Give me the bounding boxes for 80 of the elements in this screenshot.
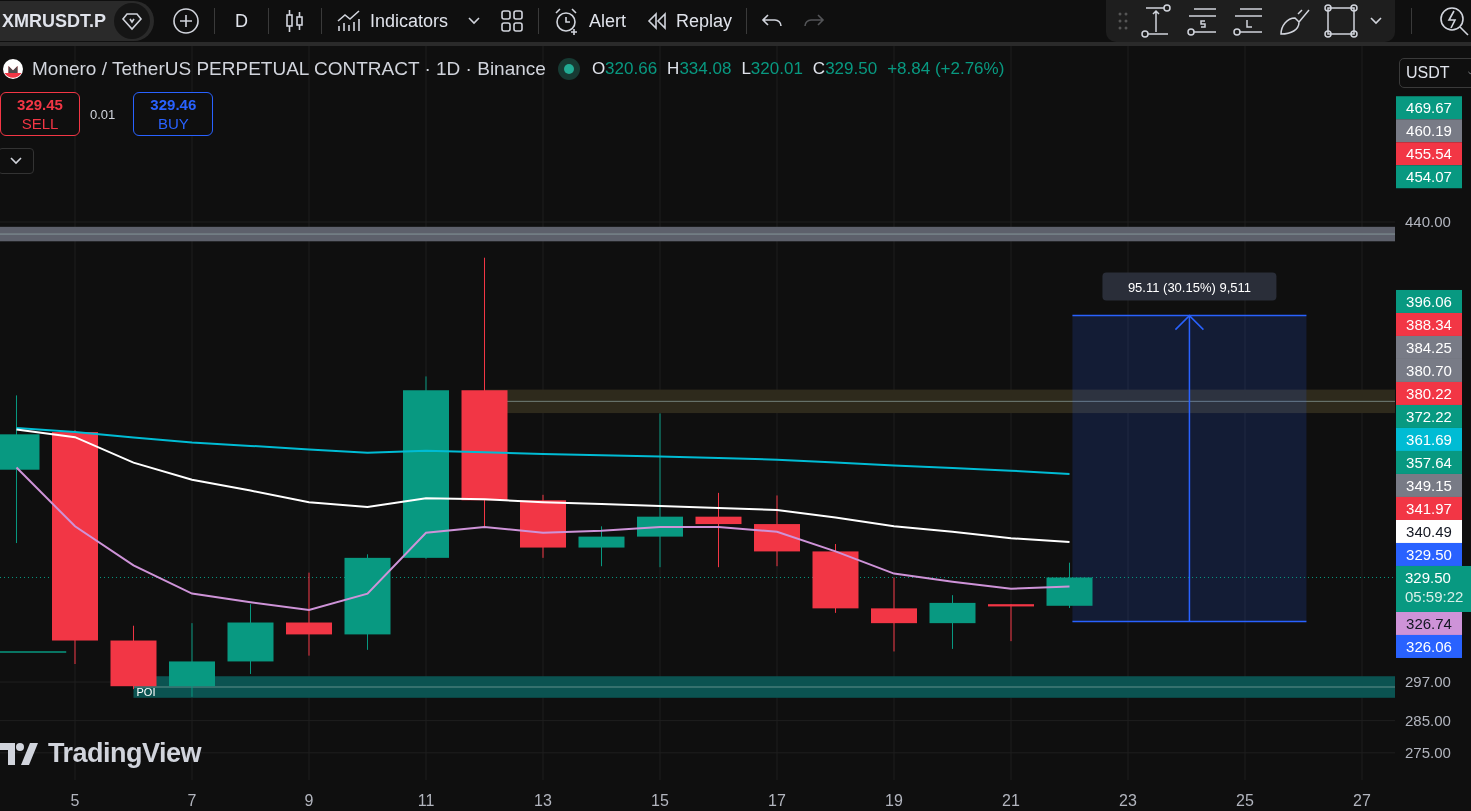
price-tag: 341.97	[1396, 497, 1462, 520]
time-axis-label: 19	[885, 792, 903, 809]
candle	[929, 594, 976, 650]
coin-icon	[2, 58, 24, 80]
time-axis-label: 9	[304, 792, 314, 809]
market-status-icon	[557, 58, 580, 80]
ohlc-value: H334.08	[667, 59, 732, 79]
alert-button[interactable]: Alert	[543, 3, 637, 39]
chart-icon	[336, 9, 362, 33]
price-tag: 460.19	[1396, 119, 1462, 143]
indicators-button[interactable]: Indicators	[326, 3, 459, 39]
price-range-icon[interactable]	[1140, 4, 1174, 38]
buy-button[interactable]: 329.46 BUY	[133, 92, 214, 136]
sell-button[interactable]: 329.45 SELL	[0, 92, 80, 136]
candle	[812, 543, 859, 614]
caret-icon	[10, 157, 22, 165]
price-tag: 372.22	[1396, 405, 1462, 428]
diamond-icon	[121, 10, 143, 32]
price-tag: 384.25	[1396, 336, 1462, 359]
candle	[227, 603, 274, 675]
price-tag: 388.34	[1396, 313, 1462, 336]
price-axis-label: 297.00	[1405, 673, 1451, 691]
time-axis-label: 13	[534, 792, 552, 809]
zone-label: POI	[136, 685, 156, 698]
replay-button[interactable]: Replay	[636, 3, 743, 39]
candle	[110, 625, 157, 690]
price-tag: 329.50	[1396, 543, 1462, 566]
undo-icon	[761, 13, 784, 29]
candle	[988, 603, 1034, 642]
price-tag: 380.70	[1396, 359, 1462, 382]
time-axis-label: 15	[651, 792, 669, 809]
rewind-icon	[646, 12, 669, 30]
diamond-button[interactable]	[114, 3, 150, 39]
currency-dropdown[interactable]: USDT	[1399, 58, 1471, 88]
spread-value: 0.01	[90, 106, 116, 122]
price-tag: 357.64	[1396, 451, 1462, 474]
current-price-tag: 329.50 05:59:22	[1396, 566, 1471, 612]
price-tag: 454.07	[1396, 165, 1462, 189]
symbol-title: Monero / TetherUS PERPETUAL CONTRACT · 1D · Binance	[32, 58, 546, 80]
time-axis-label: 7	[187, 792, 197, 809]
caret-icon	[1370, 17, 1382, 25]
caret-icon	[468, 17, 481, 25]
candle	[520, 494, 566, 559]
time-axis-label: 25	[1236, 792, 1254, 809]
time-axis-label: 11	[417, 792, 435, 809]
price-tag: 469.67	[1396, 96, 1462, 120]
time-axis-label: 5	[70, 792, 80, 809]
ohlc-value: O320.66	[591, 59, 658, 79]
time-axis-label: 27	[1353, 792, 1371, 809]
caret-icon	[1467, 69, 1471, 77]
price-axis-label: 285.00	[1405, 711, 1451, 729]
price-change: +8.84 (+2.76%)	[887, 59, 1005, 79]
price-tag: 380.22	[1396, 382, 1462, 405]
price-tag: 326.74	[1396, 612, 1462, 635]
price-tag: 326.06	[1396, 635, 1462, 658]
price-axis-label: 275.00	[1405, 743, 1451, 761]
measure-label: 95.11 (30.15%) 9,511	[1127, 279, 1251, 295]
time-axis-label: 23	[1119, 792, 1137, 809]
candle	[1046, 562, 1093, 609]
logo-text: TradingView	[48, 738, 202, 769]
price-tag: 396.06	[1396, 290, 1462, 313]
collapse-button[interactable]	[0, 148, 34, 174]
time-axis-label: 17	[768, 792, 786, 809]
price-tag: 361.69	[1396, 428, 1462, 451]
time-axis-label: 21	[1002, 792, 1020, 809]
logo-icon	[0, 742, 40, 765]
plus-icon	[172, 7, 200, 35]
price-axis-label: 440.00	[1405, 213, 1451, 230]
ohlc-value: C329.50	[812, 59, 878, 79]
redo-icon	[803, 13, 826, 29]
price-tag: 455.54	[1396, 142, 1462, 166]
rectangle-icon[interactable]	[1324, 4, 1358, 38]
layout-icon	[500, 9, 525, 33]
price-tag: 340.49	[1396, 520, 1462, 543]
ohlc-value: L320.01	[741, 59, 803, 79]
level-line	[0, 651, 67, 653]
grip-icon[interactable]	[1118, 11, 1128, 31]
interval-button[interactable]: D	[219, 3, 264, 39]
candle	[578, 525, 625, 567]
price-tag: 349.15	[1396, 474, 1462, 497]
